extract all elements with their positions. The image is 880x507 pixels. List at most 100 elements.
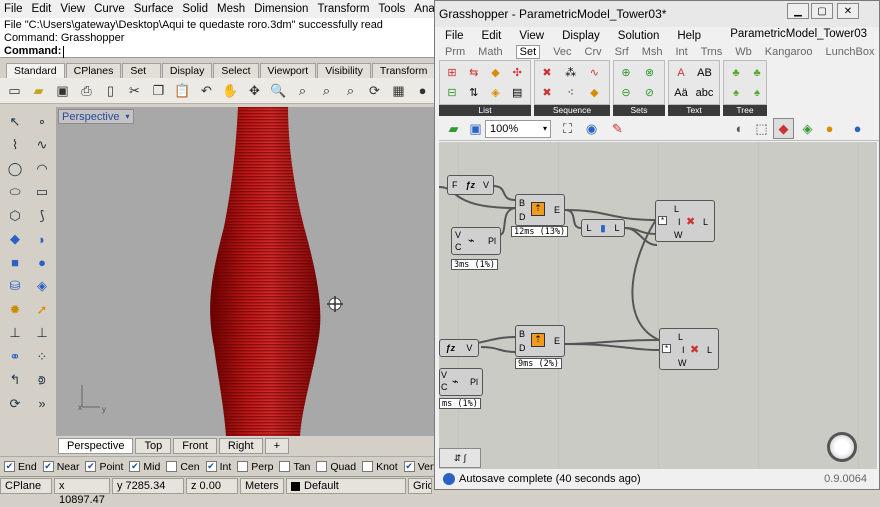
text-format-icon[interactable]: abc [695,83,715,102]
menu-surface[interactable]: Surface [134,3,174,15]
zoom-extents-icon[interactable]: ⌕ [316,80,337,101]
more-tools-icon[interactable]: » [29,392,55,416]
menu-view[interactable]: View [60,3,85,15]
gh-menu-file[interactable]: File [445,30,464,42]
close-icon[interactable]: ✕ [837,3,859,19]
sphere-icon[interactable]: ● [29,251,55,275]
gear-icon[interactable]: ✹ [2,298,28,322]
split-icon[interactable]: ↰ [2,369,28,393]
osnap-checkbox[interactable] [316,461,328,472]
units-label[interactable]: Meters [240,478,284,494]
tab-perspective[interactable]: Perspective [58,438,134,454]
gh-menu-view[interactable]: View [519,30,544,42]
osnap-tan[interactable]: Tan [279,461,310,473]
list-length-icon[interactable]: ⊟ [442,83,462,102]
gh-tab-kangaroo[interactable]: Kangaroo [765,46,813,58]
cplane-label[interactable]: CPlane [0,478,52,494]
gh-tab-crv[interactable]: Crv [585,46,602,58]
set-difference-icon[interactable]: ⊖ [616,83,636,102]
tab-transform[interactable]: Transform [371,63,436,78]
graft-tree-icon[interactable]: ♠ [726,83,746,102]
ellipse-icon[interactable]: ⬭ [2,181,28,205]
dispatch-icon[interactable]: ◆ [486,63,506,82]
canvas-navigation-widget[interactable]: ⇵ ∫ [439,448,481,468]
loft-icon[interactable]: ◗ [29,228,55,252]
freeform-icon[interactable]: ⟆ [29,204,55,228]
gh-tab-vec[interactable]: Vec [553,46,571,58]
menu-mesh[interactable]: Mesh [217,3,245,15]
osnap-cen[interactable]: Cen [166,461,200,473]
osnap-checkbox[interactable] [237,461,249,472]
dispatch-node-bot[interactable]: B D ⇡ E [515,325,565,357]
gh-tab-prm[interactable]: Prm [445,46,465,58]
osnap-int[interactable]: ✔ Int [205,461,231,473]
polyline-icon[interactable]: ⌇ [2,134,28,158]
list-item-node[interactable]: L ▮ L [581,219,625,237]
gh-save-icon[interactable]: ▣ [465,118,486,139]
polygon-icon[interactable]: ⬡ [2,204,28,228]
preview-selected-icon[interactable]: ◈ [797,118,818,139]
gh-tab-msh[interactable]: Msh [642,46,663,58]
shaded-sphere-icon[interactable]: ● [412,80,433,101]
arrow-icon[interactable]: ➚ [29,298,55,322]
osnap-checkbox[interactable]: ✔ [42,461,54,472]
fibonacci-icon[interactable]: ∿ [584,63,604,82]
expression-node-top[interactable]: F ƒz V [447,175,494,195]
osnap-point[interactable]: ✔ Point [85,461,123,473]
tab-standard[interactable]: Standard [6,63,65,78]
surface-icon[interactable]: ◆ [2,228,28,252]
viewport-title[interactable]: Perspective ▾ [58,109,134,124]
gh-tab-set[interactable]: Set [515,45,541,59]
tab-select[interactable]: Select [213,63,259,78]
graph-mapper-node-top[interactable]: V C ⌁ Pl [451,227,501,255]
tab-visibility[interactable]: Visibility [317,63,371,78]
grid-snap-toggle[interactable]: Grid [408,478,432,494]
menu-curve[interactable]: Curve [94,3,125,15]
series-icon[interactable]: ⁂ [561,63,581,82]
set-union-icon[interactable]: ⊕ [616,63,636,82]
open-folder-icon[interactable]: ▰ [28,80,49,101]
gh-tab-srf[interactable]: Srf [615,46,629,58]
cylinder-icon[interactable]: ⛁ [2,275,28,299]
osnap-end[interactable]: ✔ End [4,461,37,473]
text-split-icon[interactable]: A [671,63,691,82]
viewport-menu-chevron-icon[interactable]: ▾ [125,112,129,121]
osnap-checkbox[interactable]: ✔ [403,461,415,472]
osnap-checkbox[interactable]: ✔ [4,461,15,472]
osnap-checkbox[interactable] [166,461,178,472]
cut-icon[interactable]: ✂ [124,80,145,101]
gh-tab-trns[interactable]: Trns [701,46,723,58]
gh-tab-lunchbox[interactable]: LunchBox [826,46,875,58]
new-file-icon[interactable]: ▭ [4,80,25,101]
gh-tab-math[interactable]: Math [478,46,502,58]
menu-file[interactable]: File [4,3,23,15]
gh-canvas[interactable]: F ƒz V B D ⇡ E 12ms (13%) V C ⌁ Pl 3ms (… [439,142,877,469]
display-sphere-icon[interactable]: ● [847,118,868,139]
menu-transform[interactable]: Transform [317,3,369,15]
menu-dimension[interactable]: Dimension [254,3,308,15]
gh-menu-edit[interactable]: Edit [482,30,502,42]
tab-display[interactable]: Display [161,63,213,78]
circle-icon[interactable]: ◯ [2,157,28,181]
shift-list-icon[interactable]: ⇆ [464,63,484,82]
gh-menu-display[interactable]: Display [562,30,600,42]
print-icon[interactable]: ⎙ [76,80,97,101]
arc-icon[interactable]: ◠ [29,157,55,181]
text-case-icon[interactable]: AB [695,63,715,82]
rotate-camera-icon[interactable]: ⟳ [364,80,385,101]
sort-list-icon[interactable]: ◈ [486,83,506,102]
tab-top[interactable]: Top [135,438,172,454]
tab-right[interactable]: Right [218,438,263,454]
weave-icon[interactable]: ✣ [507,63,527,82]
select-arrow-icon[interactable]: ↖ [2,110,28,134]
gh-menu-solution[interactable]: Solution [618,30,660,42]
merge-tree-icon[interactable]: ♠ [747,83,767,102]
zoom-window-icon[interactable]: ⌕ [292,80,313,101]
gh-menu-help[interactable]: Help [677,30,701,42]
osnap-mid[interactable]: ✔ Mid [129,461,160,473]
weave-node-top[interactable]: L I W * ✖ L [655,200,715,242]
properties-icon[interactable]: ▯ [100,80,121,101]
graph-mapper-node-bot[interactable]: V C ⌁ Pl [439,368,483,396]
osnap-checkbox[interactable]: ✔ [85,461,97,472]
points-icon[interactable]: ⁘ [29,345,55,369]
